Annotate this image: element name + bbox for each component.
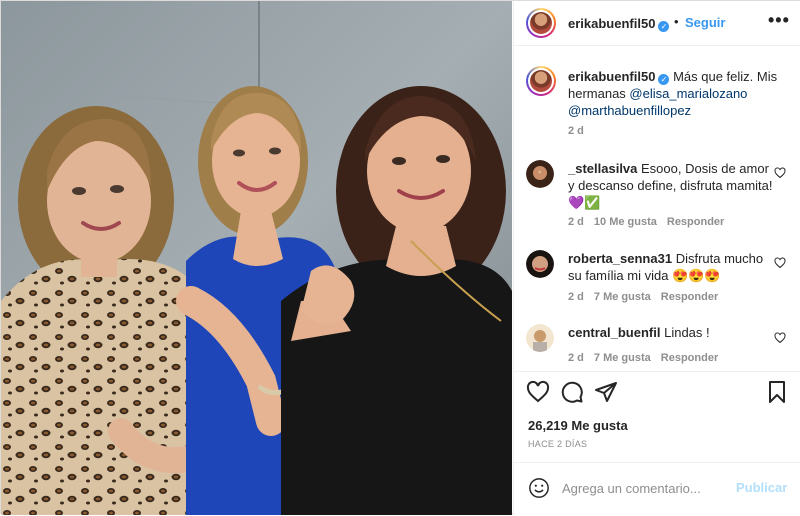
comments-list: erikabuenfil50 ✓ Más que feliz. Mis herma… xyxy=(514,46,800,371)
comment-input[interactable] xyxy=(560,480,734,497)
comment-item: _stellasilva Esooo, Dosis de amor y desc… xyxy=(568,160,778,211)
comment-time[interactable]: 2 d xyxy=(568,216,584,228)
comment-like-heart-icon[interactable] xyxy=(774,257,786,269)
post-photo xyxy=(1,1,512,515)
comment-like-heart-icon[interactable] xyxy=(774,167,786,179)
caption-author-avatar[interactable] xyxy=(526,66,556,96)
reply-button[interactable]: Responder xyxy=(667,216,724,228)
comment-meta: 2 d 7 Me gusta Responder xyxy=(568,291,728,303)
post-actions: 26,219 Me gusta HACE 2 DÍAS xyxy=(514,371,800,462)
comment-item: roberta_senna31 Disfruta mucho su famíli… xyxy=(568,250,778,284)
comment-username[interactable]: central_buenfil xyxy=(568,325,660,340)
mention-link[interactable]: @marthabuenfillopez xyxy=(568,103,691,118)
comment-username[interactable]: _stellasilva xyxy=(568,161,637,176)
commenter-avatar[interactable] xyxy=(526,324,554,352)
verified-badge-icon: ✓ xyxy=(658,74,670,85)
publish-button[interactable]: Publicar xyxy=(736,480,787,495)
comment-meta: 2 d 10 Me gusta Responder xyxy=(568,216,734,228)
verified-badge-icon: ✓ xyxy=(658,21,670,32)
comment-username[interactable]: roberta_senna31 xyxy=(568,251,672,266)
comment-item: central_buenfil Lindas ! xyxy=(568,324,778,341)
comment-likes[interactable]: 7 Me gusta xyxy=(594,352,651,364)
post-caption: erikabuenfil50 ✓ Más que feliz. Mis herma… xyxy=(568,68,786,119)
bookmark-icon[interactable] xyxy=(765,380,789,404)
reply-button[interactable]: Responder xyxy=(661,352,718,364)
post-modal: erikabuenfil50 ✓ • Seguir ••• erikabuenfi… xyxy=(0,0,800,515)
comment-likes[interactable]: 10 Me gusta xyxy=(594,216,657,228)
photo-illustration xyxy=(1,1,512,515)
comment-time[interactable]: 2 d xyxy=(568,291,584,303)
likes-count[interactable]: 26,219 Me gusta xyxy=(528,418,628,433)
heart-icon[interactable] xyxy=(526,380,550,404)
follow-button[interactable]: Seguir xyxy=(685,15,725,30)
caption-username[interactable]: erikabuenfil50 xyxy=(568,69,655,84)
author-username[interactable]: erikabuenfil50 xyxy=(568,16,655,31)
caption-timestamp[interactable]: 2 d xyxy=(568,125,584,137)
author-avatar[interactable] xyxy=(526,8,556,38)
comment-like-heart-icon[interactable] xyxy=(774,332,786,344)
emoji-icon[interactable] xyxy=(528,477,550,499)
more-options-icon[interactable]: ••• xyxy=(768,10,790,31)
commenter-avatar[interactable] xyxy=(526,160,554,188)
mention-link[interactable]: @elisa_marialozano xyxy=(629,86,747,101)
share-icon[interactable] xyxy=(594,380,618,404)
comment-icon[interactable] xyxy=(560,380,584,404)
comment-text: Lindas ! xyxy=(664,325,710,340)
commenter-avatar[interactable] xyxy=(526,250,554,278)
comment-likes[interactable]: 7 Me gusta xyxy=(594,291,651,303)
separator-dot: • xyxy=(674,14,679,29)
author-username-link[interactable]: erikabuenfil50 ✓ xyxy=(568,15,670,33)
reply-button[interactable]: Responder xyxy=(661,291,718,303)
post-date[interactable]: HACE 2 DÍAS xyxy=(528,439,587,449)
post-side-panel: erikabuenfil50 ✓ • Seguir ••• erikabuenfi… xyxy=(513,1,800,515)
comment-time[interactable]: 2 d xyxy=(568,352,584,364)
post-header: erikabuenfil50 ✓ • Seguir ••• xyxy=(514,1,800,46)
comment-meta: 2 d 7 Me gusta Responder xyxy=(568,352,728,364)
add-comment-bar: Publicar xyxy=(514,462,800,516)
